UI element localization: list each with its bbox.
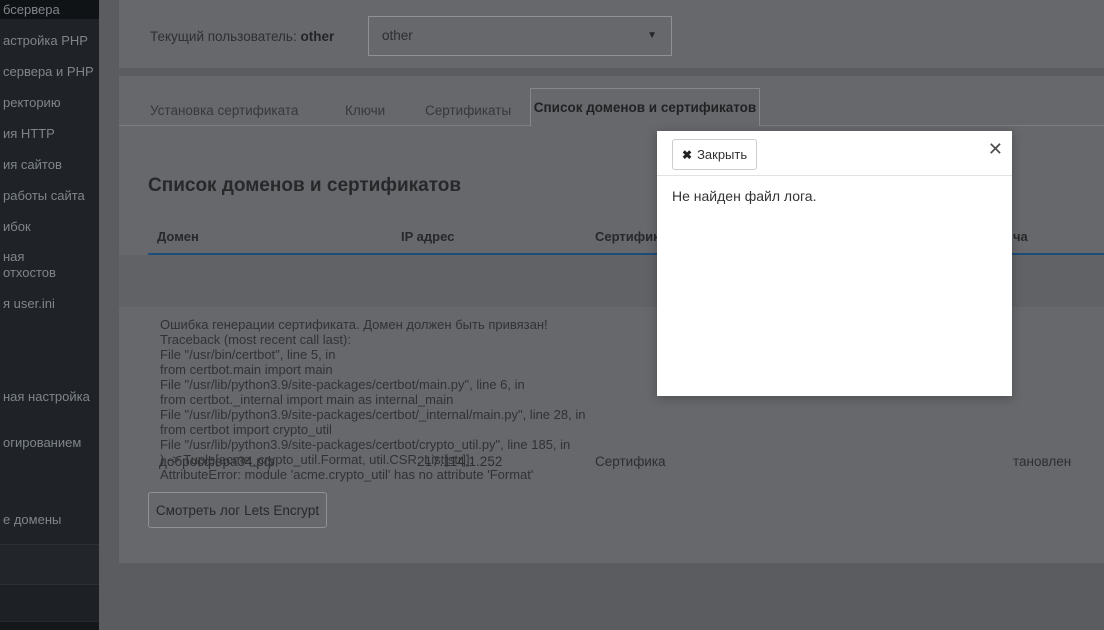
sidebar-item-domains[interactable]: е домены bbox=[3, 512, 61, 528]
sidebar-item-webserver[interactable]: бсервера bbox=[3, 2, 60, 18]
tab-keys[interactable]: Ключи bbox=[345, 103, 385, 118]
sidebar-item-settings[interactable]: ная настройка bbox=[3, 389, 90, 405]
column-header-key-status: ча bbox=[1013, 229, 1028, 244]
tab-certificates[interactable]: Сертификаты bbox=[425, 103, 511, 118]
log-line: ) -> Tuple[acme_crypto_util.Format, util… bbox=[160, 452, 585, 467]
log-line: Ошибка генерации сертификата. Домен долж… bbox=[160, 317, 585, 332]
x-icon[interactable]: ✕ bbox=[988, 140, 1003, 158]
user-select[interactable]: other ▼ bbox=[368, 16, 672, 56]
sidebar-item-user-ini[interactable]: я user.ini bbox=[3, 296, 55, 312]
modal-header: ✖ Закрыть ✕ bbox=[657, 131, 1012, 176]
log-line: from certbot import crypto_util bbox=[160, 422, 585, 437]
modal-body-text: Не найден файл лога. bbox=[672, 188, 816, 204]
log-line: Traceback (most recent call last): bbox=[160, 332, 585, 347]
log-line: File "/usr/lib/python3.9/site-packages/c… bbox=[160, 437, 585, 452]
cell-status: тановлен bbox=[1013, 454, 1071, 469]
modal-close-button-label: Закрыть bbox=[697, 147, 747, 162]
log-line: File "/usr/lib/python3.9/site-packages/c… bbox=[160, 407, 585, 422]
sidebar-footer-section bbox=[0, 585, 99, 621]
sidebar-item-sites[interactable]: ия сайтов bbox=[3, 157, 62, 173]
current-user-label: Текущий пользователь: other bbox=[150, 29, 334, 44]
sidebar-item-directory[interactable]: ректорию bbox=[3, 95, 61, 111]
sidebar-footer-section bbox=[0, 545, 99, 584]
sidebar-item-php-settings[interactable]: астройка PHP bbox=[3, 33, 88, 49]
sidebar-item-vhosts[interactable]: ная отхостов bbox=[3, 249, 56, 281]
sidebar-footer-section bbox=[0, 622, 99, 630]
close-icon: ✖ bbox=[682, 148, 692, 162]
user-select-value: other bbox=[382, 28, 413, 43]
column-header-ip: IP адрес bbox=[401, 229, 454, 244]
current-user-text: Текущий пользователь: bbox=[150, 29, 297, 44]
log-line: File "/usr/bin/certbot", line 5, in bbox=[160, 347, 585, 362]
topbar: Текущий пользователь: other other ▼ bbox=[119, 0, 1104, 68]
sidebar-item-site-operation[interactable]: работы сайта bbox=[3, 188, 85, 204]
cell-certificate: Сертифика bbox=[595, 454, 666, 469]
view-lets-encrypt-log-button[interactable]: Смотреть лог Lets Encrypt bbox=[148, 492, 327, 528]
page-title: Список доменов и сертификатов bbox=[148, 175, 461, 197]
log-line: AttributeError: module 'acme.crypto_util… bbox=[160, 467, 585, 482]
sidebar-item-server-and-php[interactable]: сервера и PHP bbox=[3, 64, 94, 80]
log-modal: ✖ Закрыть ✕ Не найден файл лога. bbox=[657, 131, 1012, 396]
current-user-value: other bbox=[300, 29, 334, 44]
tab-install-certificate[interactable]: Установка сертификата bbox=[150, 103, 298, 118]
tab-active-label: Список доменов и сертификатов bbox=[534, 100, 756, 115]
column-header-domain: Домен bbox=[157, 229, 199, 244]
log-line: from certbot.main import main bbox=[160, 362, 585, 377]
sidebar: бсервера астройка PHP сервера и PHP рект… bbox=[0, 0, 99, 630]
sidebar-item-http[interactable]: ия HTTP bbox=[3, 126, 55, 142]
column-header-certificate: Сертифик bbox=[595, 229, 660, 244]
chevron-down-icon: ▼ bbox=[647, 30, 657, 41]
sidebar-item-errors[interactable]: ибок bbox=[3, 219, 31, 235]
modal-close-button[interactable]: ✖ Закрыть bbox=[672, 139, 757, 170]
certbot-error-log: Ошибка генерации сертификата. Домен долж… bbox=[160, 317, 585, 482]
sidebar-item-logging[interactable]: огированием bbox=[3, 435, 81, 451]
log-line: File "/usr/lib/python3.9/site-packages/c… bbox=[160, 377, 585, 392]
view-log-button-label: Смотреть лог Lets Encrypt bbox=[156, 503, 319, 518]
log-line: from certbot._internal import main as in… bbox=[160, 392, 585, 407]
tab-domains-and-certificates[interactable]: Список доменов и сертификатов bbox=[530, 88, 760, 126]
